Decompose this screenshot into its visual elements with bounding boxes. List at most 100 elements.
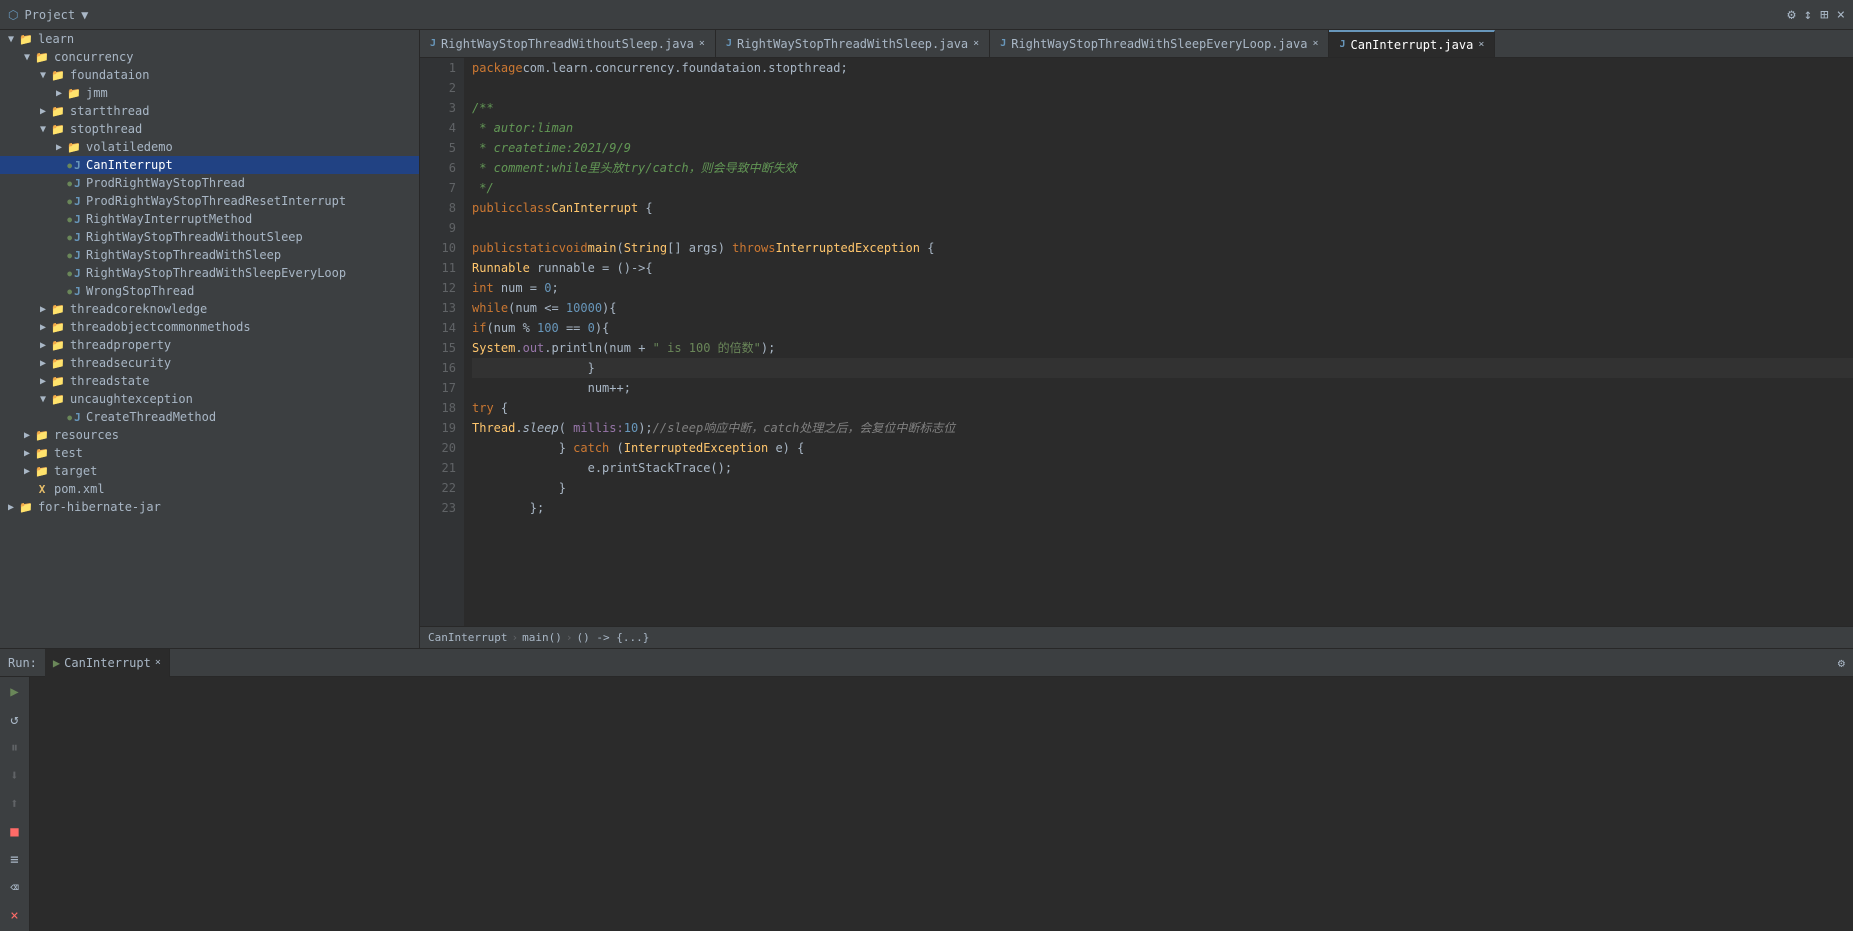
tree-item-RightWayInterruptMethod[interactable]: ●JRightWayInterruptMethod xyxy=(0,210,419,228)
tree-arrow[interactable]: ▼ xyxy=(36,394,50,405)
rerun-btn[interactable]: ↺ xyxy=(3,709,27,731)
tree-arrow[interactable]: ▶ xyxy=(36,358,50,369)
tree-item-RightWayStopThreadWithSleepEveryLoop[interactable]: ●JRightWayStopThreadWithSleepEveryLoop xyxy=(0,264,419,282)
breadcrumb-sep: › xyxy=(511,631,518,644)
tree-item-target[interactable]: ▶📁target xyxy=(0,462,419,480)
tree-arrow[interactable]: ▶ xyxy=(36,376,50,387)
tree-item-stopthread[interactable]: ▼📁stopthread xyxy=(0,120,419,138)
breadcrumb-part[interactable]: () -> {...} xyxy=(576,631,649,644)
line-number-21: 21 xyxy=(420,458,456,478)
line-number-4: 4 xyxy=(420,118,456,138)
tree-item-test[interactable]: ▶📁test xyxy=(0,444,419,462)
layout-icon[interactable]: ⊞ xyxy=(1820,7,1828,23)
tree-arrow[interactable]: ▶ xyxy=(36,340,50,351)
tree-item-resources[interactable]: ▶📁resources xyxy=(0,426,419,444)
tree-item-CanInterrupt[interactable]: ●JCanInterrupt xyxy=(0,156,419,174)
tree-item-startthread[interactable]: ▶📁startthread xyxy=(0,102,419,120)
tree-item-ProdRightWayStopThread[interactable]: ●J ProdRightWayStopThread xyxy=(0,174,419,192)
close-panel-btn[interactable]: × xyxy=(3,905,27,927)
top-bar-actions: ⚙ ↕ ⊞ × xyxy=(1787,7,1845,23)
code-line-16: } xyxy=(472,358,1853,378)
tree-arrow[interactable]: ▼ xyxy=(20,52,34,63)
tab-close-btn[interactable]: × xyxy=(973,38,979,49)
tree-item-threadstate[interactable]: ▶📁threadstate xyxy=(0,372,419,390)
tree-item-concurrency[interactable]: ▼📁concurrency xyxy=(0,48,419,66)
tab-close-btn[interactable]: × xyxy=(1312,38,1318,49)
tree-arrow[interactable]: ▶ xyxy=(36,106,50,117)
tree-icon-dir: 📁 xyxy=(50,320,66,334)
tree-item-learn[interactable]: ▼📁learn xyxy=(0,30,419,48)
run-btn[interactable]: ▶ xyxy=(3,681,27,703)
tree-icon-java: ●J xyxy=(66,176,82,190)
step-btn[interactable]: ⬇ xyxy=(3,765,27,787)
tree-arrow[interactable]: ▶ xyxy=(4,502,18,513)
tree-arrow[interactable]: ▶ xyxy=(20,466,34,477)
tree-item-threadproperty[interactable]: ▶📁threadproperty xyxy=(0,336,419,354)
line-numbers: 1234567▶89▶10🔴11121314151617181920212223 xyxy=(420,58,464,626)
code-editor[interactable]: 1234567▶89▶10🔴11121314151617181920212223… xyxy=(420,58,1853,626)
tree-item-threadcoreknowledge[interactable]: ▶📁threadcoreknowledge xyxy=(0,300,419,318)
tree-label: volatiledemo xyxy=(86,140,173,154)
tree-item-ProdRightWayStopThreadResetInterrupt[interactable]: ●JProdRightWayStopThreadResetInterrupt xyxy=(0,192,419,210)
tab-RightWayStopThreadWithoutSleep[interactable]: JRightWayStopThreadWithoutSleep.java× xyxy=(420,30,716,57)
tab-close-btn[interactable]: × xyxy=(699,38,705,49)
code-line-18: try { xyxy=(472,398,1853,418)
run-tab-label: CanInterrupt xyxy=(64,656,151,670)
tree-arrow[interactable]: ▶ xyxy=(20,430,34,441)
line-number-14: 14 xyxy=(420,318,456,338)
tree-item-WrongStopThread[interactable]: ●JWrongStopThread xyxy=(0,282,419,300)
tree-item-foundataion[interactable]: ▼📁foundataion xyxy=(0,66,419,84)
run-tab-close[interactable]: × xyxy=(155,657,161,668)
tree-item-CreateThreadMethod[interactable]: ●JCreateThreadMethod xyxy=(0,408,419,426)
project-dropdown-icon[interactable]: ▼ xyxy=(81,8,88,22)
tree-label: pom.xml xyxy=(54,482,105,496)
sidebar: ▼📁learn▼📁concurrency▼📁foundataion▶📁jmm▶📁… xyxy=(0,30,420,648)
tree-arrow[interactable]: ▶ xyxy=(52,88,66,99)
tree-item-RightWayStopThreadWithSleep[interactable]: ●JRightWayStopThreadWithSleep xyxy=(0,246,419,264)
tab-close-btn[interactable]: × xyxy=(1478,39,1484,50)
tree-arrow[interactable]: ▶ xyxy=(36,322,50,333)
tree-icon-dir: 📁 xyxy=(50,392,66,406)
tree-label: RightWayStopThreadWithSleepEveryLoop xyxy=(86,266,346,280)
tree-item-threadobjectcommonmethods[interactable]: ▶📁threadobjectcommonmethods xyxy=(0,318,419,336)
toggle-btn[interactable]: ≡ xyxy=(3,849,27,871)
tree-icon-dir: 📁 xyxy=(34,464,50,478)
tree-label: ProdRightWayStopThread xyxy=(86,176,245,190)
tab-CanInterrupt[interactable]: JCanInterrupt.java× xyxy=(1329,30,1495,57)
tree-arrow[interactable]: ▼ xyxy=(36,124,50,135)
breadcrumb-part[interactable]: CanInterrupt xyxy=(428,631,507,644)
tree-arrow[interactable]: ▶ xyxy=(20,448,34,459)
tree-item-volatiledemo[interactable]: ▶📁volatiledemo xyxy=(0,138,419,156)
tree-icon-java: ●J xyxy=(66,158,82,172)
tree-item-RightWayStopThreadWithoutSleep[interactable]: ●JRightWayStopThreadWithoutSleep xyxy=(0,228,419,246)
tree-item-jmm[interactable]: ▶📁jmm xyxy=(0,84,419,102)
tree-item-pom.xml[interactable]: Xpom.xml xyxy=(0,480,419,498)
tree-arrow[interactable]: ▼ xyxy=(36,70,50,81)
settings-icon[interactable]: ⚙ xyxy=(1787,7,1795,23)
code-area[interactable]: package com.learn.concurrency.foundataio… xyxy=(464,58,1853,626)
run-settings-icon[interactable]: ⚙ xyxy=(1838,656,1845,670)
stop-btn[interactable]: ■ xyxy=(3,821,27,843)
expand-icon[interactable]: ↕ xyxy=(1804,7,1812,23)
java-tab-icon: J xyxy=(1339,39,1345,50)
tree-arrow[interactable]: ▼ xyxy=(4,34,18,45)
tab-RightWayStopThreadWithSleep[interactable]: JRightWayStopThreadWithSleep.java× xyxy=(716,30,990,57)
step-up-btn[interactable]: ⬆ xyxy=(3,793,27,815)
top-bar: ⬡ Project ▼ ⚙ ↕ ⊞ × xyxy=(0,0,1853,30)
tree-item-for-hibernate-jar[interactable]: ▶📁for-hibernate-jar xyxy=(0,498,419,516)
tree-item-uncaughtexception[interactable]: ▼📁uncaughtexception xyxy=(0,390,419,408)
close-icon[interactable]: × xyxy=(1837,7,1845,23)
breadcrumb-part[interactable]: main() xyxy=(522,631,562,644)
line-number-3: 3 xyxy=(420,98,456,118)
tree-item-threadsecurity[interactable]: ▶📁threadsecurity xyxy=(0,354,419,372)
tree-icon-java: ●J xyxy=(66,230,82,244)
tree-arrow[interactable]: ▶ xyxy=(52,142,66,153)
tab-RightWayStopThreadWithSleepEveryLoop[interactable]: JRightWayStopThreadWithSleepEveryLoop.ja… xyxy=(990,30,1329,57)
tree-arrow[interactable]: ▶ xyxy=(36,304,50,315)
run-tab[interactable]: ▶ CanInterrupt × xyxy=(45,649,170,677)
project-label[interactable]: Project xyxy=(24,8,75,22)
pause-btn[interactable]: ⏸ xyxy=(3,737,27,759)
code-line-7: */ xyxy=(472,178,1853,198)
clear-btn[interactable]: ⌫ xyxy=(3,877,27,899)
tree-icon-dir: 📁 xyxy=(34,50,50,64)
